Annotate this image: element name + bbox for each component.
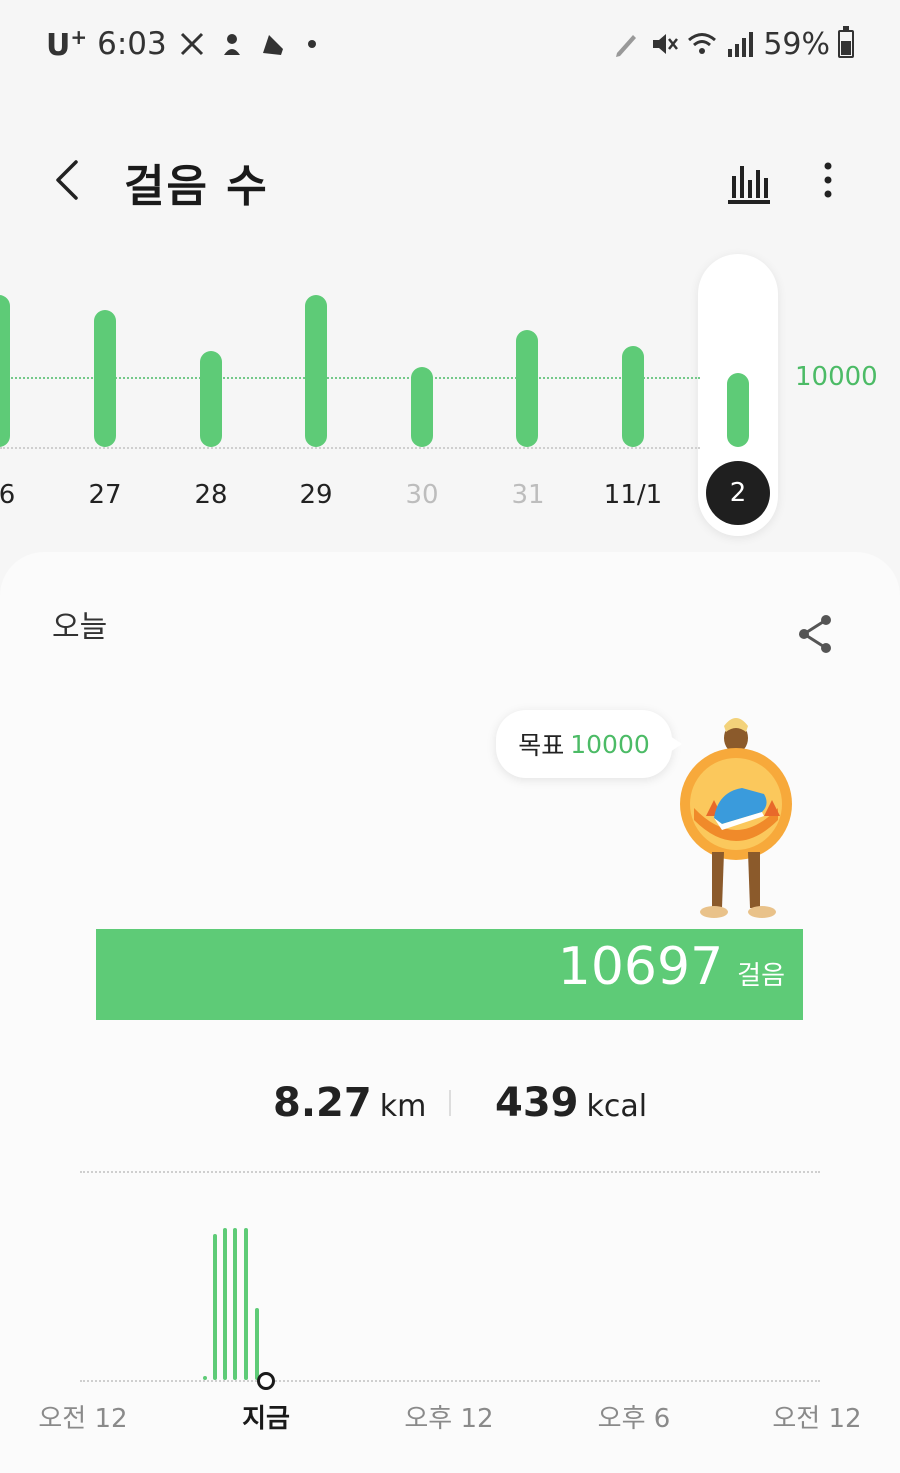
day-bar[interactable] <box>411 367 433 447</box>
chart-top-line <box>80 1171 820 1173</box>
back-icon <box>56 160 78 200</box>
daily-steps-chart[interactable]: 오전 12 지금 오후 12 오후 6 오전 12 <box>0 1162 900 1462</box>
day-label[interactable]: 6 <box>0 480 47 510</box>
time-label: 오후 6 <box>597 1404 671 1434</box>
hourly-bar <box>244 1228 248 1380</box>
battery-icon <box>838 26 854 58</box>
shoe-icon <box>262 35 283 55</box>
day-bar[interactable] <box>516 330 538 447</box>
trends-button[interactable] <box>724 152 774 208</box>
day-bar[interactable] <box>0 295 10 447</box>
achievement-mascot-icon <box>680 718 792 918</box>
wifi-icon <box>688 33 717 54</box>
distance-unit: km <box>379 1089 427 1124</box>
hourly-bar <box>255 1308 259 1380</box>
steps-progress-bar: 10697 걸음 <box>96 929 803 1020</box>
steps-number: 10697 <box>557 937 724 997</box>
selected-day-label[interactable]: 2 <box>706 461 770 525</box>
today-card: 오늘 목표 10000 10697 걸음 8.27 km 439 kcal 오전… <box>0 552 900 1473</box>
time-label-now: 지금 <box>242 1404 290 1434</box>
day-label[interactable]: 30 <box>382 480 462 510</box>
calories-metric: 439 kcal <box>495 1080 647 1126</box>
status-bar: U+ 6:03 59% <box>0 0 900 88</box>
day-label[interactable]: 11/1 <box>593 480 673 510</box>
metric-divider <box>449 1090 451 1116</box>
bar-chart-icon <box>728 166 770 204</box>
app-notification-icon <box>223 34 240 55</box>
day-bar[interactable] <box>305 295 327 447</box>
day-label[interactable]: 31 <box>488 480 568 510</box>
calories-value: 439 <box>495 1080 579 1126</box>
steps-unit: 걸음 <box>737 961 785 991</box>
app-header: 걸음 수 <box>0 140 900 220</box>
time-label: 오전 12 <box>38 1404 128 1434</box>
page-title: 걸음 수 <box>124 161 269 212</box>
share-button[interactable] <box>796 612 836 656</box>
hourly-bar <box>223 1228 227 1380</box>
goal-line-label: 10000 <box>795 362 878 392</box>
pencil-icon <box>616 35 637 57</box>
dot-icon <box>307 40 316 48</box>
status-left: U+ 6:03 <box>46 24 327 64</box>
goal-bubble: 목표 10000 <box>496 710 682 778</box>
day-bar[interactable] <box>200 351 222 447</box>
more-options-button[interactable] <box>810 152 846 208</box>
carrier-label: U+ <box>46 25 88 63</box>
back-button[interactable] <box>46 152 94 208</box>
current-time-marker <box>257 1372 275 1390</box>
hourly-bar <box>203 1376 207 1380</box>
today-label: 오늘 <box>52 610 108 645</box>
steps-count: 10697 걸음 <box>558 937 785 997</box>
share-icon <box>799 615 831 653</box>
day-label[interactable]: 29 <box>276 480 356 510</box>
time-label: 오후 12 <box>404 1404 494 1434</box>
goal-value: 10000 <box>570 729 650 759</box>
hourly-bar <box>233 1228 237 1380</box>
hourly-bar <box>213 1234 217 1380</box>
metrics-row: 8.27 km 439 kcal <box>0 1080 900 1130</box>
chart-baseline <box>80 1380 820 1382</box>
day-label[interactable]: 27 <box>65 480 145 510</box>
missed-call-icon <box>180 32 203 56</box>
weekly-steps-chart[interactable]: 10000 6 27 28 29 30 31 11/1 2 <box>0 250 900 540</box>
distance-value: 8.27 <box>273 1080 372 1126</box>
time-label: 오전 12 <box>772 1404 862 1434</box>
more-icon <box>824 162 832 198</box>
goal-label: 목표 <box>518 731 565 760</box>
day-label[interactable]: 28 <box>171 480 251 510</box>
day-bar[interactable] <box>622 346 644 447</box>
distance-metric: 8.27 km <box>273 1080 426 1126</box>
status-right: 59% <box>611 24 854 64</box>
day-bar[interactable] <box>94 310 116 447</box>
status-time: 6:03 <box>97 26 167 62</box>
calories-unit: kcal <box>586 1089 648 1124</box>
signal-icon <box>728 32 754 57</box>
battery-percent: 59% <box>763 26 830 62</box>
day-bar-selected[interactable] <box>727 373 749 447</box>
baseline <box>0 447 700 449</box>
mute-icon <box>653 34 679 54</box>
